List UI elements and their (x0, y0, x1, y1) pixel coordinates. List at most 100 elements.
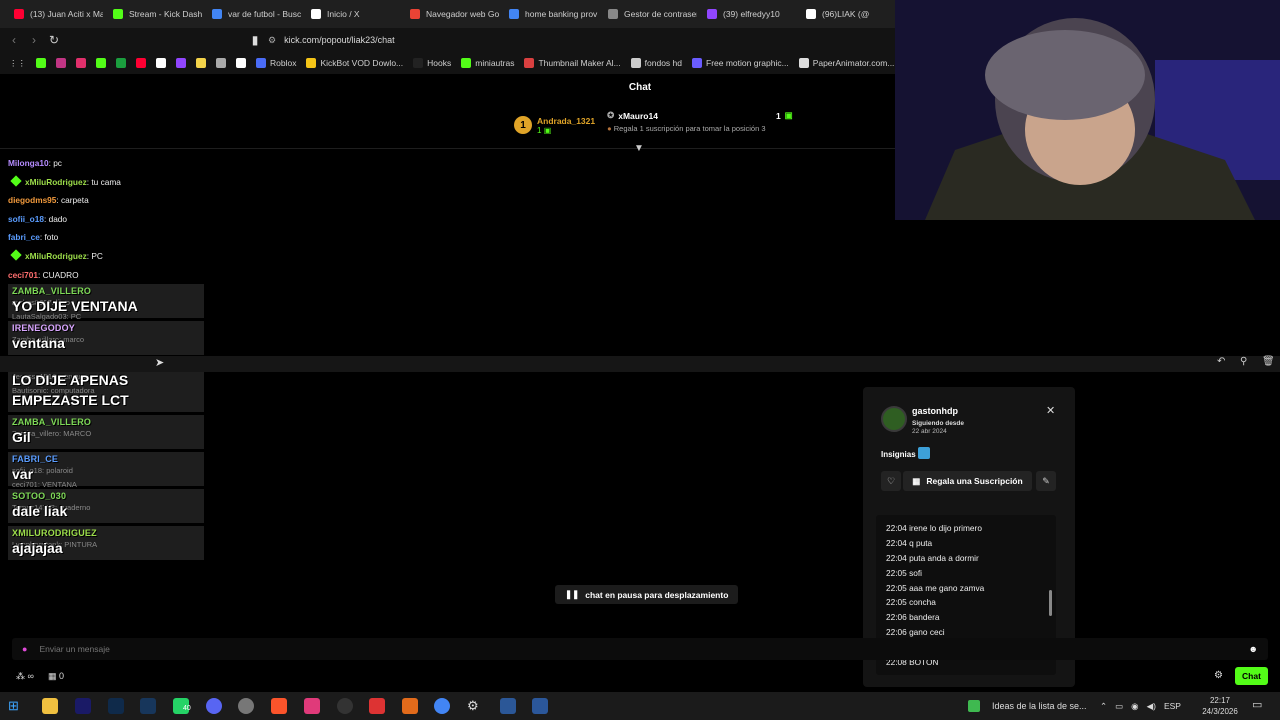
points-stat[interactable]: ▦ 0 (48, 671, 64, 682)
brave-icon[interactable] (271, 698, 287, 714)
bookmark-item[interactable]: Hooks (410, 58, 454, 68)
browser-tab[interactable]: Inicio / X (301, 0, 400, 28)
browser-tab[interactable]: var de futbol - Busc (202, 0, 301, 28)
microphone-icon[interactable]: ● (22, 644, 27, 654)
tray-chevron-icon[interactable]: ⌃ (1100, 701, 1107, 712)
premiere-icon[interactable] (75, 698, 91, 714)
viewers-stat[interactable]: ⁂ ∞ (16, 671, 34, 682)
tiktok-studio-icon[interactable] (304, 698, 320, 714)
bookmark-item[interactable] (73, 58, 89, 68)
browser-tab[interactable]: (39) elfredyy10 (697, 0, 796, 28)
chat-username[interactable]: Milonga10 (8, 158, 49, 168)
address-bar-url[interactable]: kick.com/popout/liak23/chat (284, 35, 395, 45)
bookmark-item[interactable] (133, 58, 149, 68)
volume-icon[interactable]: ◀) (1147, 701, 1156, 712)
settings-gear-icon[interactable]: ⚙ (1214, 670, 1223, 681)
browser-tab[interactable]: home banking prov (499, 0, 598, 28)
leaderboard-second-name[interactable]: xMauro14 (618, 111, 658, 121)
chat-username[interactable]: diegodms95 (8, 195, 56, 205)
chat-message-text: : pc (48, 158, 62, 168)
obs-icon[interactable] (238, 698, 254, 714)
emoji-icon[interactable]: ☻ (1249, 644, 1258, 654)
chat-username[interactable]: xMiluRodriguez (25, 251, 87, 261)
file-explorer-icon[interactable] (42, 698, 58, 714)
start-icon[interactable]: ⊞ (8, 698, 24, 714)
network-icon[interactable]: ▭ (1115, 701, 1123, 712)
word-icon[interactable] (532, 698, 548, 714)
bookmark-favicon-icon (116, 58, 126, 68)
leaderboard-first-name[interactable]: Andrada_1321 (537, 116, 595, 126)
history-scrollbar[interactable] (1049, 590, 1052, 616)
bookmark-item[interactable]: Thumbnail Maker Al... (521, 58, 623, 68)
microphone-tray-icon[interactable]: ◉ (1131, 701, 1138, 712)
chat-username[interactable]: sofii_o18 (8, 214, 44, 224)
delete-icon[interactable]: 🗑 (1262, 356, 1275, 367)
youtube-studio-icon[interactable] (369, 698, 385, 714)
apps-grid-icon[interactable]: ⋮⋮ (6, 58, 29, 69)
notifications-icon[interactable]: ▭ (1252, 698, 1262, 711)
chat-paused-banner[interactable]: ❚❚ chat en pausa para desplazamiento (555, 585, 739, 604)
chrome-icon[interactable] (434, 698, 450, 714)
browser-tab[interactable]: Gestor de contraseñ (598, 0, 697, 28)
gift-icon: ▣ (784, 110, 793, 120)
user-card-name[interactable]: gastonhdp (912, 406, 958, 416)
bookmark-item[interactable] (173, 58, 189, 68)
photoshop-icon[interactable] (108, 698, 124, 714)
user-following-since: Siguiendo desde 22 abr 2024 (912, 420, 964, 436)
send-chat-button[interactable]: Chat (1235, 667, 1268, 685)
browser-tab[interactable]: (13) Juan Aciti x Ma (4, 0, 103, 28)
bookmark-item[interactable]: miniautras (458, 58, 517, 68)
follow-heart-icon[interactable]: ♡ (881, 471, 901, 491)
bookmark-item[interactable] (213, 58, 229, 68)
bookmark-item[interactable] (153, 58, 169, 68)
gift-subscription-button[interactable]: ▦ Regala una Suscripción (903, 471, 1032, 491)
browser-tab[interactable]: Navegador web Go (400, 0, 499, 28)
taskbar-widget[interactable]: Ideas de la lista de se... (968, 692, 1087, 720)
browser-tab[interactable]: Stream - Kick Dashb (103, 0, 202, 28)
rank-three-icon: ● (607, 124, 612, 133)
back-icon[interactable]: ‹ (4, 33, 24, 47)
app-icon[interactable] (500, 698, 516, 714)
chat-username[interactable]: ceci701 (8, 270, 38, 280)
bookmark-item[interactable] (53, 58, 69, 68)
close-icon[interactable]: ✕ (1046, 404, 1055, 417)
bookmark-item[interactable] (113, 58, 129, 68)
bookmark-icon[interactable]: ▮ (245, 33, 265, 47)
discord-icon[interactable] (206, 698, 222, 714)
history-message: 22:05 sofi (886, 567, 922, 578)
media-icon[interactable] (402, 698, 418, 714)
tab-favicon-icon (806, 9, 816, 19)
chat-username[interactable]: xMiluRodriguez (25, 177, 87, 187)
chat-message: ceci701: CUADRO (8, 266, 208, 285)
taskbar-clock[interactable]: 22:17 24/3/2026 (1200, 695, 1240, 717)
address-bar[interactable]: ⚙ kick.com/popout/liak23/chat (268, 32, 395, 48)
bookmark-item[interactable] (33, 58, 49, 68)
gift-icon: ▦ (47, 671, 57, 681)
bookmark-label: Hooks (427, 58, 452, 68)
bookmark-favicon-icon (461, 58, 472, 68)
bookmark-item[interactable]: fondos hd (628, 58, 685, 68)
language-indicator[interactable]: ESP (1164, 701, 1181, 711)
openai-icon[interactable] (337, 698, 353, 714)
reload-icon[interactable]: ↻ (44, 33, 64, 47)
collapse-leaderboard-icon[interactable]: ▼ (634, 143, 644, 154)
bookmark-item[interactable]: Free motion graphic... (689, 58, 792, 68)
settings-app-icon[interactable]: ⚙ (467, 698, 483, 714)
more-options-icon[interactable]: ✎ (1036, 471, 1056, 491)
bookmark-label: miniautras (475, 58, 515, 68)
bookmark-item[interactable] (93, 58, 109, 68)
bookmark-item[interactable]: Roblox (253, 58, 299, 68)
bookmark-item[interactable] (233, 58, 249, 68)
chat-message-input[interactable] (39, 644, 940, 654)
pin-icon[interactable]: ⚲ (1240, 356, 1247, 367)
browser-tab[interactable]: (96)LIAK (@ (796, 0, 895, 28)
reply-icon[interactable]: ↶ (1217, 356, 1225, 367)
overlay-username: XMILURODRIGUEZ (12, 528, 97, 538)
steam-icon[interactable] (140, 698, 156, 714)
forward-icon[interactable]: › (24, 33, 44, 47)
bookmark-item[interactable] (193, 58, 209, 68)
bookmark-item[interactable]: PaperAnimator.com... (796, 58, 898, 68)
chat-username[interactable]: fabri_ce (8, 232, 40, 242)
site-info-icon[interactable]: ⚙ (268, 35, 276, 46)
bookmark-item[interactable]: KickBot VOD Dowlo... (303, 58, 406, 68)
